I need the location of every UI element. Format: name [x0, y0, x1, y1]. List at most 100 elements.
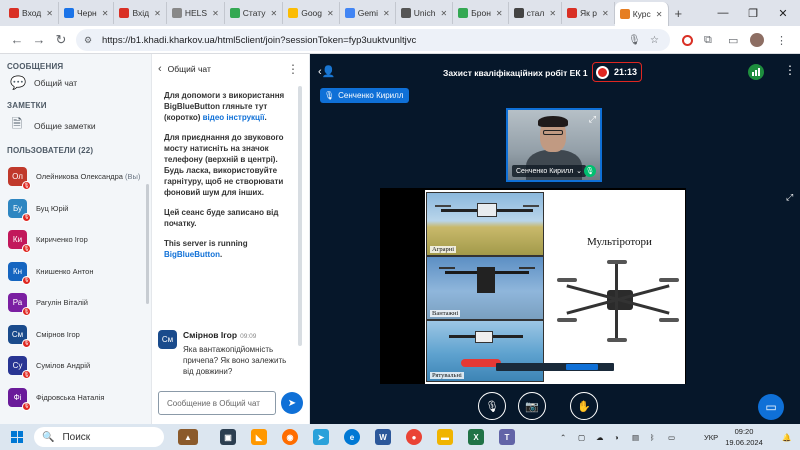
- user-list-scrollbar[interactable]: [146, 184, 149, 304]
- excel-icon[interactable]: X: [468, 429, 484, 445]
- talking-indicator[interactable]: 🎙 Сенченко Кирилл: [320, 88, 410, 103]
- rescue-drone-photo: Рятувальні: [426, 320, 544, 382]
- browser-tab[interactable]: Черн ✕: [59, 2, 115, 24]
- tray-chevron-icon[interactable]: ⌃: [560, 424, 566, 450]
- close-tab-icon[interactable]: ✕: [102, 9, 109, 18]
- mic-icon[interactable]: 🎙: [628, 29, 641, 51]
- browser-tab[interactable]: Вхід ✕: [114, 2, 167, 24]
- side-panel-icon[interactable]: ▭: [728, 26, 738, 54]
- muted-mic-icon: 🎙: [22, 181, 31, 191]
- user-list-item[interactable]: Бу 🎙 Буц Юрій: [0, 193, 151, 225]
- word-icon[interactable]: W: [375, 429, 391, 445]
- file-explorer-icon[interactable]: ▬: [437, 429, 453, 445]
- extensions-icon[interactable]: ⧉: [704, 26, 712, 54]
- bluetooth-icon[interactable]: ᛒ: [650, 424, 655, 450]
- user-list-item[interactable]: Ра 🎙 Рагулін Віталій: [0, 287, 151, 319]
- chrome-icon[interactable]: ●: [406, 429, 422, 445]
- speaker-tray-icon[interactable]: ◑: [614, 424, 619, 450]
- reload-icon[interactable]: ↻: [50, 32, 72, 48]
- teams-icon[interactable]: T: [499, 429, 515, 445]
- send-message-button[interactable]: ➤: [281, 392, 303, 414]
- close-window-icon[interactable]: ✕: [768, 0, 798, 26]
- site-info-icon[interactable]: ⚙: [84, 35, 98, 46]
- close-tab-icon[interactable]: ✕: [440, 9, 447, 18]
- user-list-item[interactable]: Су 🎙 Сумілов Андрій: [0, 350, 151, 382]
- user-list-item[interactable]: Кн 🎙 Книшенко Антон: [0, 256, 151, 288]
- avatar-initials: Бу: [12, 203, 23, 213]
- fullscreen-icon[interactable]: ⤢: [589, 114, 596, 125]
- url-input[interactable]: ⚙ https://b1.khadi.kharkov.ua/html5clien…: [76, 29, 670, 51]
- close-tab-icon[interactable]: ✕: [327, 9, 334, 18]
- system-clock[interactable]: 09:20 19.06.2024: [716, 426, 772, 448]
- bigbluebutton-link[interactable]: BigBlueButton: [164, 250, 220, 259]
- close-tab-icon[interactable]: ✕: [154, 9, 161, 18]
- toggle-user-list-icon[interactable]: ‹👤: [318, 65, 335, 78]
- user-list-item[interactable]: См 🎙 Смірнов Ігор: [0, 319, 151, 351]
- taskbar-search-input[interactable]: 🔍 Поиск: [34, 427, 164, 447]
- opera-extension-icon[interactable]: [682, 26, 693, 54]
- connection-status-icon[interactable]: [748, 64, 764, 80]
- close-tab-icon[interactable]: ✕: [46, 9, 53, 18]
- forward-icon[interactable]: →: [28, 32, 50, 47]
- muted-mic-icon: 🎙: [22, 212, 31, 222]
- video-instructions-link[interactable]: відео інструкції: [203, 113, 265, 122]
- browser-tab[interactable]: Вход ✕: [4, 2, 59, 24]
- notification-bell-icon[interactable]: 🔔: [782, 424, 791, 450]
- tray-app-icon[interactable]: ▢: [578, 424, 585, 450]
- presentation-fullscreen-icon[interactable]: ⤢: [786, 192, 793, 203]
- widgets-icon[interactable]: ▲: [178, 429, 198, 445]
- profile-avatar[interactable]: [750, 26, 764, 54]
- browser-tab[interactable]: Стату ✕: [225, 2, 284, 24]
- chevron-left-icon[interactable]: ‹: [158, 63, 162, 75]
- mute-microphone-button[interactable]: 🎙: [478, 392, 506, 420]
- back-icon[interactable]: ←: [6, 32, 28, 47]
- chat-message-input[interactable]: Сообщение в Общий чат: [158, 391, 276, 415]
- public-chat-item[interactable]: 💬 Общий чат: [0, 71, 151, 95]
- maximize-icon[interactable]: ❐: [738, 0, 768, 26]
- close-tab-icon[interactable]: ✕: [271, 9, 278, 18]
- battery-icon[interactable]: ▭: [668, 424, 675, 450]
- options-menu-icon[interactable]: ⋮: [784, 63, 796, 77]
- new-tab-button[interactable]: +: [669, 6, 689, 21]
- recording-indicator[interactable]: 21:13: [592, 62, 642, 82]
- webcam-mic-icon: 🎙: [584, 165, 596, 177]
- browser-tab[interactable]: Goog ✕: [283, 2, 340, 24]
- chat-options-icon[interactable]: ⋮: [287, 62, 299, 76]
- browser-tab[interactable]: HELS ✕: [167, 2, 225, 24]
- webcam-user-label[interactable]: Сенченко Кирилл ⌄: [512, 165, 587, 177]
- matlab-icon[interactable]: ◣: [251, 429, 267, 445]
- telegram-icon[interactable]: ➤: [313, 429, 329, 445]
- close-tab-icon[interactable]: ✕: [549, 9, 556, 18]
- onedrive-icon[interactable]: ☁: [596, 424, 604, 450]
- user-list-item[interactable]: Фі 🎙 Фідровська Наталія: [0, 382, 151, 414]
- browser-tab[interactable]: Курс ✕: [614, 2, 669, 26]
- user-list-item[interactable]: Ки 🎙 Кириченко Ігор: [0, 224, 151, 256]
- user-list-item[interactable]: Ол 🎙 Олейникова Олександра (Вы): [0, 161, 151, 193]
- browser-tab[interactable]: стал ✕: [509, 2, 563, 24]
- browser-tab[interactable]: Брон ✕: [453, 2, 509, 24]
- browser-tab[interactable]: Unich ✕: [396, 2, 454, 24]
- user-name: Олейникова Олександра (Вы): [36, 172, 141, 182]
- meeting-title: Захист кваліфікаційних робіт ЕК 1: [443, 68, 588, 78]
- raise-hand-button[interactable]: ✋: [570, 392, 598, 420]
- close-tab-icon[interactable]: ✕: [383, 9, 390, 18]
- bookmark-star-icon[interactable]: ☆: [650, 29, 659, 51]
- minimize-icon[interactable]: —: [708, 0, 738, 26]
- webcam-video[interactable]: ⤢ Сенченко Кирилл ⌄ 🎙: [506, 108, 602, 182]
- edge-icon[interactable]: e: [344, 429, 360, 445]
- shared-notes-item[interactable]: 🗎 Общие заметки: [0, 114, 151, 138]
- browser-tab[interactable]: Gemi ✕: [340, 2, 396, 24]
- firefox-icon[interactable]: ◉: [282, 429, 298, 445]
- minimize-presentation-button[interactable]: ▭: [758, 394, 784, 420]
- browser-menu-icon[interactable]: ⋮: [776, 26, 787, 54]
- browser-tab[interactable]: Як р ✕: [562, 2, 615, 24]
- task-view-icon[interactable]: ▣: [220, 429, 236, 445]
- share-webcam-button[interactable]: 📷: [518, 392, 546, 420]
- close-tab-icon[interactable]: ✕: [656, 10, 663, 19]
- close-tab-icon[interactable]: ✕: [212, 9, 219, 18]
- close-tab-icon[interactable]: ✕: [496, 9, 503, 18]
- notes-tray-icon[interactable]: ▤: [632, 424, 639, 450]
- chat-scrollbar[interactable]: [298, 86, 302, 346]
- windows-start-icon[interactable]: [11, 431, 23, 443]
- close-tab-icon[interactable]: ✕: [602, 9, 609, 18]
